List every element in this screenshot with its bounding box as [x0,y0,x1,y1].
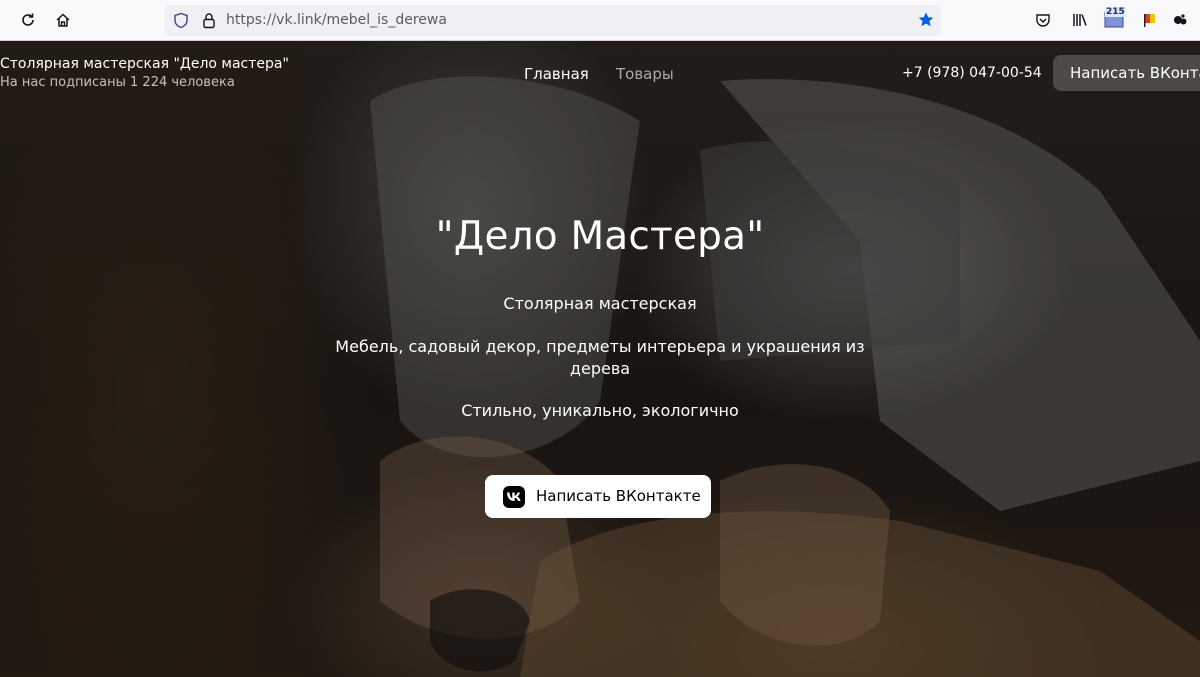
hero-tagline: Стильно, уникально, экологично [461,401,739,420]
library-icon[interactable] [1068,8,1092,32]
url-text[interactable]: https://vk.link/mebel_is_derewa [226,12,447,28]
phone-number[interactable]: +7 (978) 047-00-54 [902,65,1042,81]
nav-goods-link[interactable]: Товары [616,65,674,83]
tracking-shield-icon[interactable] [173,12,189,29]
pocket-icon[interactable] [1031,8,1055,32]
cta-message-button[interactable]: Написать ВКонтакте [485,475,711,518]
url-path: /mebel_is_derewa [321,12,447,28]
header-message-button[interactable]: Написать ВКонтакте [1053,55,1200,91]
vk-logo-icon [503,486,525,508]
site-title[interactable]: Столярная мастерская "Дело мастера" [0,56,289,72]
hero-subtitle: Столярная мастерская [503,294,697,313]
extension-counter-icon[interactable]: 215 [1104,7,1126,28]
bookmark-star-icon[interactable] [917,11,935,29]
address-bar[interactable]: https://vk.link/mebel_is_derewa [165,5,941,36]
flag-extension-icon[interactable] [1137,8,1161,32]
reload-icon[interactable] [16,8,40,32]
lock-icon[interactable] [201,12,217,29]
url-host: https://vk.link [226,12,322,28]
home-icon[interactable] [51,8,75,32]
hero-title: "Дело Мастера" [435,214,765,259]
hero-description: Мебель, садовый декор, предметы интерьер… [335,337,865,378]
hero-section: Столярная мастерская "Дело мастера" На н… [0,41,1200,677]
extension-badge-count: 215 [1105,7,1126,17]
cta-label: Написать ВКонтакте [536,487,701,505]
browser-toolbar: https://vk.link/mebel_is_derewa 215 [0,0,1200,41]
nav-home-link[interactable]: Главная [524,65,589,83]
extensions-icon[interactable] [1168,8,1192,32]
subscribers-count: На нас подписаны 1 224 человека [0,75,235,90]
